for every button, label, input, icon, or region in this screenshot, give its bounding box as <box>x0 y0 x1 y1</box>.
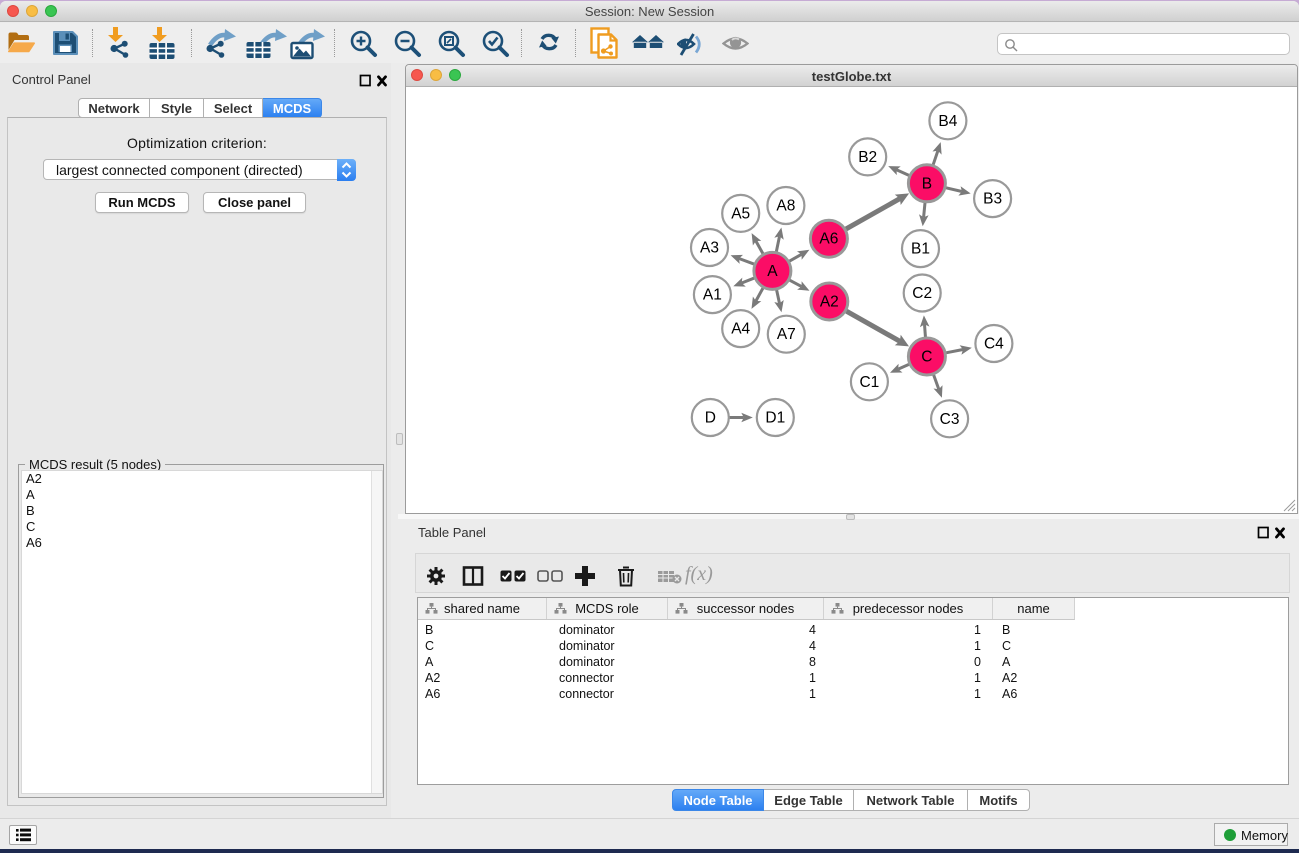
svg-text:A4: A4 <box>731 321 750 338</box>
svg-text:D: D <box>705 410 716 427</box>
svg-text:C3: C3 <box>940 411 960 428</box>
svg-text:A: A <box>767 263 778 280</box>
svg-text:A8: A8 <box>776 198 795 215</box>
svg-text:D1: D1 <box>765 410 785 427</box>
svg-text:B: B <box>922 175 932 192</box>
svg-text:C4: C4 <box>984 336 1004 353</box>
svg-text:A6: A6 <box>819 231 838 248</box>
svg-text:C: C <box>921 349 932 366</box>
svg-text:A3: A3 <box>700 240 719 257</box>
svg-text:C1: C1 <box>859 374 879 391</box>
svg-text:B4: B4 <box>938 113 957 130</box>
svg-text:A5: A5 <box>731 205 750 222</box>
svg-text:B3: B3 <box>983 191 1002 208</box>
svg-text:A2: A2 <box>820 294 839 311</box>
svg-text:A7: A7 <box>777 326 796 343</box>
svg-text:B1: B1 <box>911 241 930 258</box>
svg-text:B2: B2 <box>858 149 877 166</box>
svg-text:A1: A1 <box>703 287 722 304</box>
svg-text:C2: C2 <box>912 285 932 302</box>
